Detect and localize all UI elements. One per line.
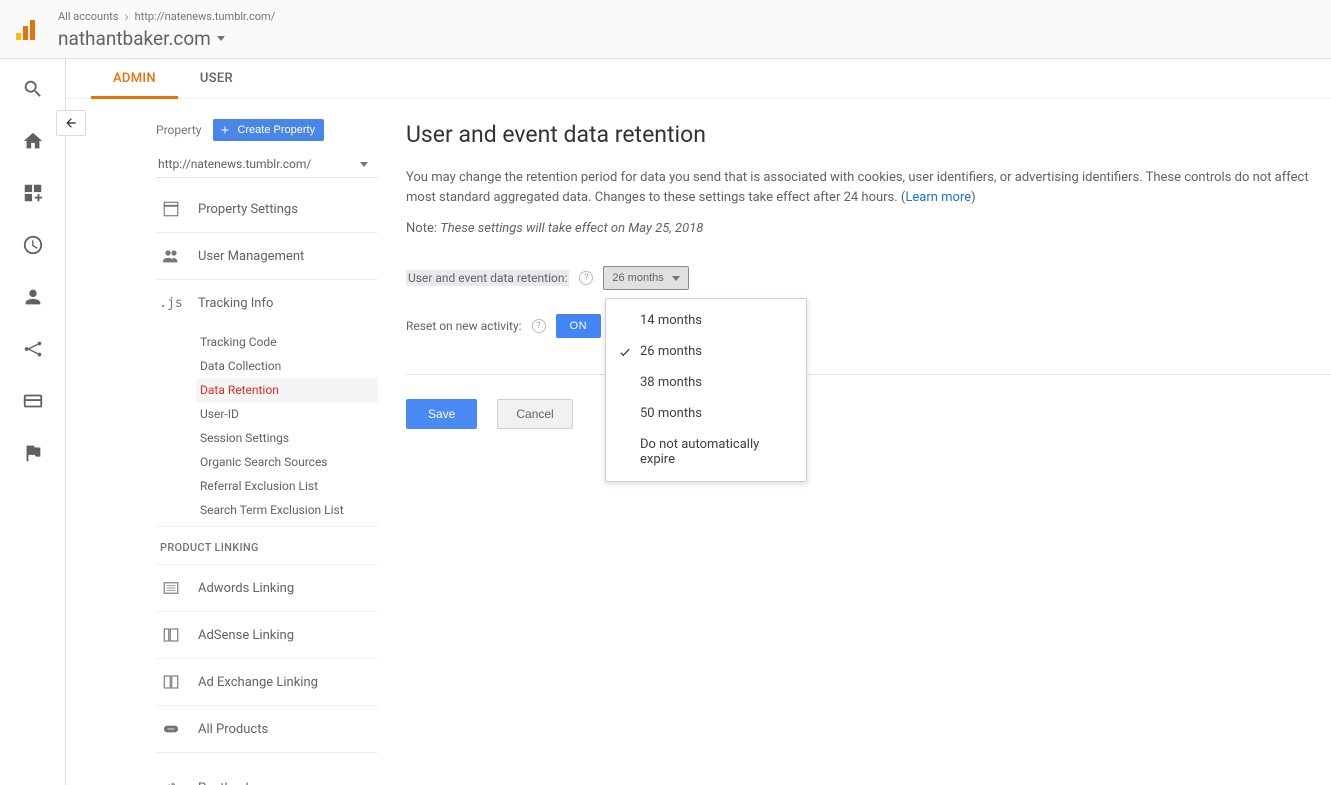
submenu-referral-exclusion[interactable]: Referral Exclusion List [196, 474, 378, 498]
dropdown-option[interactable]: 14 months [606, 305, 806, 336]
dropdown-option[interactable]: 50 months [606, 398, 806, 429]
sidebar-item-label: All Products [198, 722, 268, 737]
sidebar-item-label: Postbacks [198, 781, 259, 785]
submenu-tracking-code[interactable]: Tracking Code [196, 330, 378, 354]
breadcrumb-root[interactable]: All accounts [58, 10, 118, 23]
analytics-logo-icon [12, 15, 40, 43]
account-selector[interactable]: nathantbaker.com [58, 27, 275, 50]
flag-icon[interactable] [21, 441, 45, 465]
settings-box-icon [162, 200, 180, 218]
postbacks-icon [162, 779, 180, 785]
flow-icon[interactable] [21, 337, 45, 361]
dropdown-option[interactable]: Do not automatically expire [606, 429, 806, 475]
adsense-icon [162, 626, 180, 644]
retention-select[interactable]: 26 months [603, 266, 688, 290]
dropdown-option[interactable]: 26 months [606, 336, 806, 367]
adexchange-icon [162, 673, 180, 691]
submenu-data-collection[interactable]: Data Collection [196, 354, 378, 378]
help-icon[interactable]: ? [579, 271, 593, 285]
admin-tabs: ADMIN USER [66, 59, 1331, 99]
retention-row: User and event data retention: ? 26 mont… [406, 266, 1331, 290]
sidebar-item-all-products[interactable]: All Products [156, 706, 378, 753]
sidebar-item-postbacks[interactable]: Postbacks [156, 765, 378, 785]
breadcrumb-path[interactable]: http://natenews.tumblr.com/ [135, 10, 276, 23]
sidebar-item-adwords[interactable]: Adwords Linking [156, 565, 378, 612]
create-property-button[interactable]: Create Property [213, 119, 324, 141]
reset-label: Reset on new activity: [406, 319, 522, 333]
create-property-label: Create Property [237, 124, 315, 136]
user-icon[interactable] [21, 285, 45, 309]
option-label: Do not automatically expire [640, 437, 759, 467]
submenu-data-retention[interactable]: Data Retention [196, 378, 378, 402]
dashboard-icon[interactable] [21, 181, 45, 205]
save-button[interactable]: Save [406, 399, 477, 429]
dropdown-option[interactable]: 38 months [606, 367, 806, 398]
submenu-searchterm-exclusion[interactable]: Search Term Exclusion List [196, 498, 378, 522]
back-button[interactable] [66, 110, 86, 136]
option-label: 14 months [640, 313, 702, 328]
retention-label: User and event data retention: [406, 270, 569, 286]
clock-icon[interactable] [21, 233, 45, 257]
help-icon[interactable]: ? [532, 319, 546, 333]
option-label: 50 months [640, 406, 702, 421]
retention-dropdown: 14 months 26 months 38 months 50 months … [605, 298, 807, 482]
submenu-session-settings[interactable]: Session Settings [196, 426, 378, 450]
chevron-right-icon: › [124, 9, 128, 25]
sidebar-item-label: Adwords Linking [198, 581, 294, 596]
sidebar-item-label: Tracking Info [198, 296, 273, 311]
option-label: 26 months [640, 344, 702, 359]
actions-row: Save Cancel [406, 374, 1331, 429]
caret-down-icon [360, 162, 368, 167]
page-title: User and event data retention [406, 121, 1331, 148]
link-icon [162, 720, 180, 738]
reset-row: Reset on new activity: ? ON [406, 314, 1331, 338]
note-date: These settings will take effect on May 2… [440, 221, 703, 236]
sidebar-item-label: Property Settings [198, 202, 298, 217]
desc-text: You may change the retention period for … [406, 170, 1309, 205]
main-panel: User and event data retention You may ch… [386, 99, 1331, 785]
breadcrumb[interactable]: All accounts › http://natenews.tumblr.co… [58, 9, 275, 25]
sidebar-item-adexchange[interactable]: Ad Exchange Linking [156, 659, 378, 706]
top-header: All accounts › http://natenews.tumblr.co… [0, 0, 1331, 59]
submenu-organic-search[interactable]: Organic Search Sources [196, 450, 378, 474]
page-description: You may change the retention period for … [406, 168, 1331, 207]
search-icon[interactable] [21, 77, 45, 101]
desc-close: ) [971, 190, 976, 205]
reset-toggle[interactable]: ON [556, 314, 602, 338]
option-label: 38 months [640, 375, 702, 390]
submenu-user-id[interactable]: User-ID [196, 402, 378, 426]
property-sidebar: Property Create Property http://natenews… [66, 99, 386, 785]
sidebar-item-label: User Management [198, 249, 304, 264]
js-icon: .js [162, 294, 180, 312]
section-product-linking: PRODUCT LINKING [156, 527, 378, 565]
learn-more-link[interactable]: Learn more [905, 190, 971, 205]
check-icon [618, 345, 632, 359]
caret-down-icon [672, 276, 680, 281]
card-icon[interactable] [21, 389, 45, 413]
sidebar-item-tracking-info[interactable]: .js Tracking Info [156, 280, 378, 326]
adwords-icon [162, 579, 180, 597]
retention-value: 26 months [612, 272, 663, 284]
property-selected: http://natenews.tumblr.com/ [158, 157, 311, 171]
sidebar-item-label: AdSense Linking [198, 628, 294, 643]
tracking-submenu: Tracking Code Data Collection Data Reten… [156, 326, 378, 527]
property-selector[interactable]: http://natenews.tumblr.com/ [156, 151, 378, 178]
sidebar-item-label: Ad Exchange Linking [198, 675, 318, 690]
tab-admin[interactable]: ADMIN [91, 71, 178, 98]
site-title: nathantbaker.com [58, 27, 211, 50]
note-prefix: Note: [406, 221, 440, 236]
tab-user[interactable]: USER [178, 71, 255, 98]
sidebar-item-property-settings[interactable]: Property Settings [156, 186, 378, 233]
sidebar-item-adsense[interactable]: AdSense Linking [156, 612, 378, 659]
note-text: Note: These settings will take effect on… [406, 221, 1331, 236]
left-rail [0, 59, 66, 785]
property-label: Property [156, 123, 201, 137]
cancel-button[interactable]: Cancel [497, 399, 572, 429]
caret-down-icon [217, 36, 225, 41]
users-icon [162, 247, 180, 265]
home-icon[interactable] [21, 129, 45, 153]
sidebar-item-user-management[interactable]: User Management [156, 233, 378, 280]
